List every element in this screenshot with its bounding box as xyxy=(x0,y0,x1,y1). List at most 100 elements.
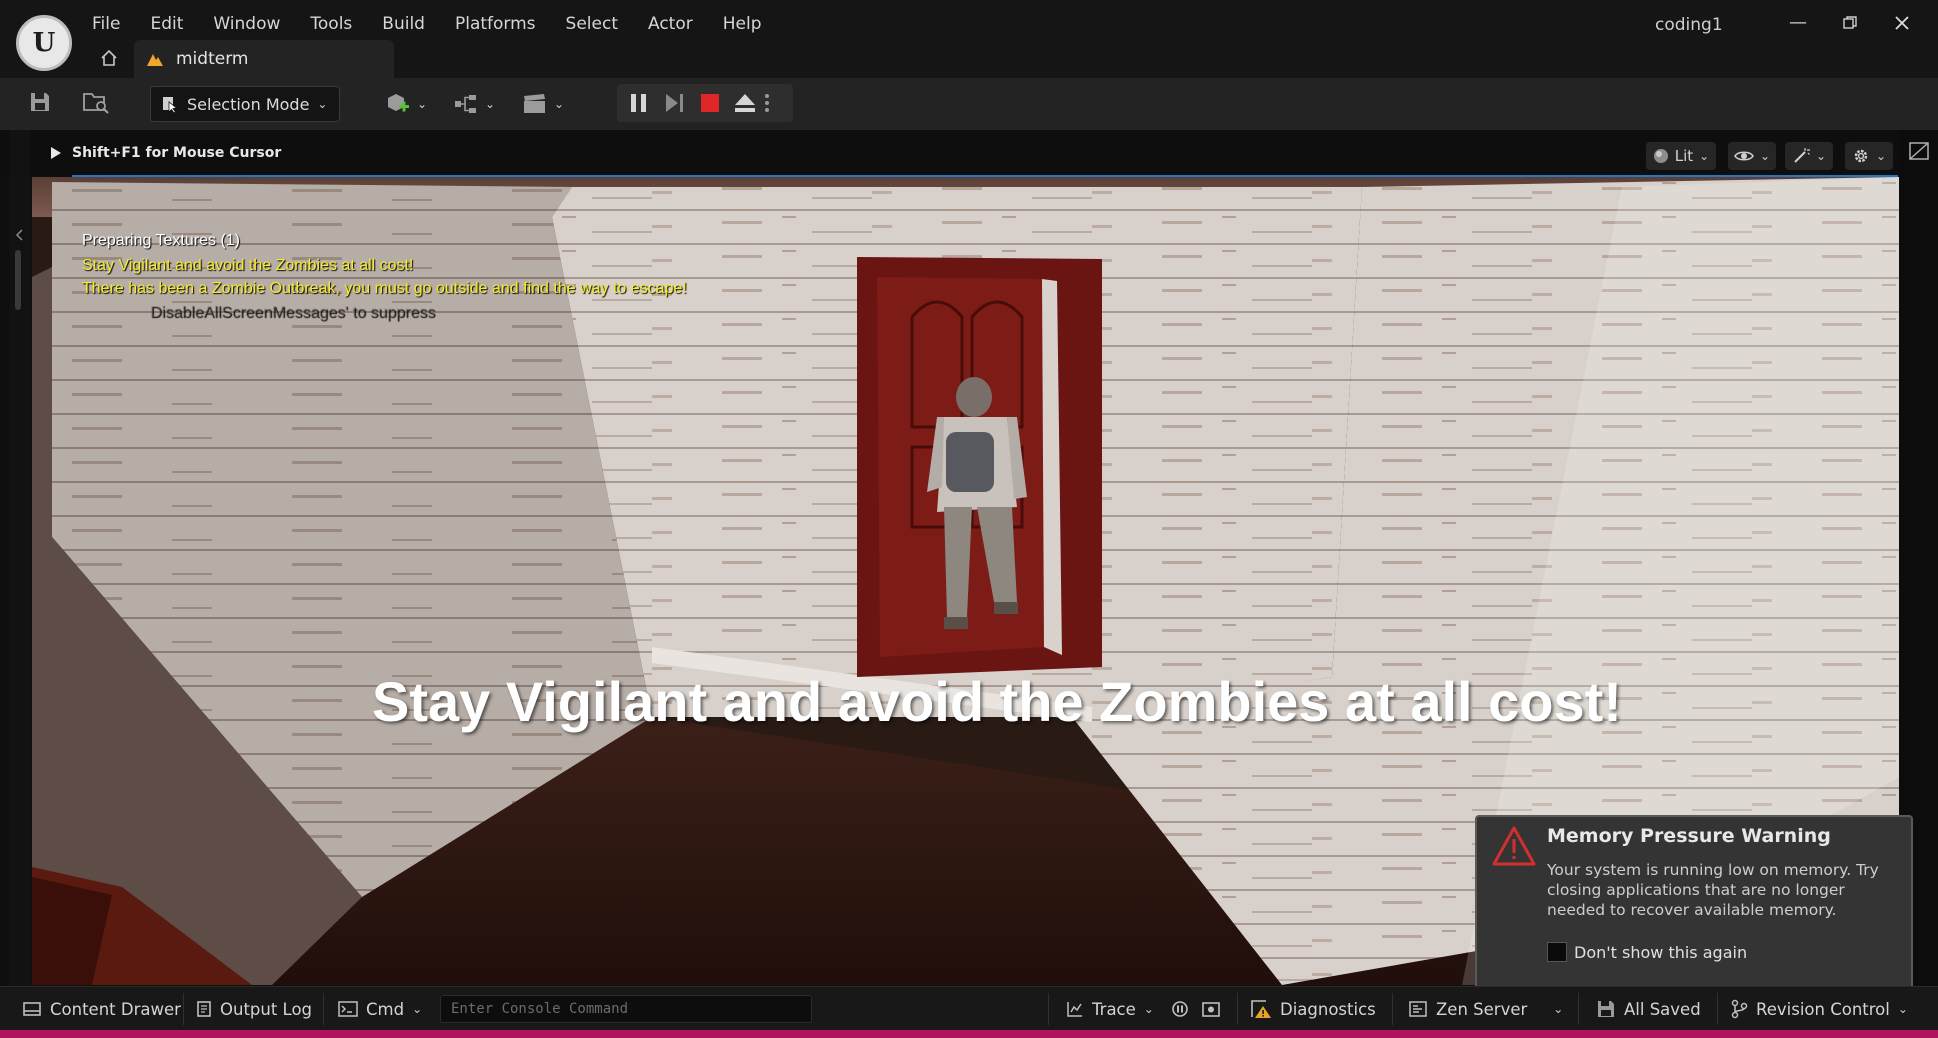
content-drawer-label: Content Drawer xyxy=(50,999,181,1019)
divider xyxy=(1048,993,1049,1025)
zen-server-label: Zen Server xyxy=(1436,999,1528,1019)
level-tab-label: midterm xyxy=(176,49,249,69)
output-log-label: Output Log xyxy=(220,999,313,1019)
chevron-down-icon: ⌄ xyxy=(1759,149,1771,163)
trace-screenshot-icon[interactable] xyxy=(1201,987,1221,1031)
add-actor-dropdown[interactable]: ⌄ xyxy=(385,90,427,118)
zen-server-icon xyxy=(1409,1001,1427,1017)
chevron-down-icon: ⌄ xyxy=(317,97,328,111)
game-caption: Stay Vigilant and avoid the Zombies at a… xyxy=(372,670,1622,733)
eye-icon xyxy=(1734,151,1754,161)
cmd-label: Cmd xyxy=(366,999,405,1019)
project-name: coding1 xyxy=(1655,15,1723,35)
menu-bar: File Edit Window Tools Build Platforms S… xyxy=(92,12,792,36)
diagnostics-label: Diagnostics xyxy=(1280,999,1376,1019)
content-drawer-icon xyxy=(23,1002,41,1016)
trace-dropdown[interactable]: Trace ⌄ xyxy=(1066,987,1154,1031)
warning-icon xyxy=(1492,826,1536,866)
play-arrow-icon xyxy=(51,147,61,159)
screen-message-preparing: Preparing Textures (1) xyxy=(82,232,240,249)
browse-content-icon[interactable] xyxy=(82,90,112,118)
zen-server-dropdown[interactable]: Zen Server ⌄ xyxy=(1408,987,1563,1031)
divider xyxy=(183,993,184,1025)
divider xyxy=(1392,993,1393,1025)
mouse-cursor-hint-text: Shift+F1 for Mouse Cursor xyxy=(72,145,282,161)
scrollbar-thumb[interactable] xyxy=(15,250,21,310)
unreal-logo-glyph: U xyxy=(32,28,56,58)
menu-build[interactable]: Build xyxy=(382,12,440,36)
chevron-down-icon: ⌄ xyxy=(1699,149,1710,163)
blueprints-dropdown[interactable]: ⌄ xyxy=(453,90,495,118)
notification-body: Your system is running low on memory. Tr… xyxy=(1547,861,1879,919)
menu-actor[interactable]: Actor xyxy=(648,12,708,36)
cinematics-dropdown[interactable]: ⌄ xyxy=(522,90,564,118)
chevron-down-icon: ⌄ xyxy=(1143,1002,1154,1016)
menu-file[interactable]: File xyxy=(92,12,135,36)
lit-sphere-icon xyxy=(1653,149,1668,163)
collapse-left-icon[interactable] xyxy=(10,225,30,245)
divider xyxy=(323,993,324,1025)
blueprint-icon xyxy=(455,95,476,113)
revision-control-icon xyxy=(1731,999,1748,1019)
add-actor-icon xyxy=(388,94,409,112)
close-icon[interactable] xyxy=(1882,8,1922,38)
status-bar: Content Drawer Output Log Cmd ⌄ Enter Co… xyxy=(0,986,1938,1030)
trace-icon xyxy=(1067,1002,1082,1017)
frame-skip-icon[interactable] xyxy=(663,91,687,115)
trace-record-icon[interactable] xyxy=(1170,987,1190,1031)
mouse-cursor-hint: Shift+F1 for Mouse Cursor xyxy=(50,145,281,161)
show-flags-dropdown[interactable]: ⌄ xyxy=(1728,142,1776,170)
menu-edit[interactable]: Edit xyxy=(150,12,198,36)
cmd-dropdown[interactable]: Cmd ⌄ xyxy=(338,987,422,1031)
minimize-icon[interactable]: — xyxy=(1778,8,1818,38)
chevron-down-icon: ⌄ xyxy=(412,1002,423,1016)
eject-icon[interactable] xyxy=(733,91,757,115)
console-command-input[interactable]: Enter Console Command xyxy=(440,995,812,1023)
content-drawer-button[interactable]: Content Drawer xyxy=(22,987,181,1031)
stop-icon[interactable] xyxy=(698,91,722,115)
title-bar: U File Edit Window Tools Build Platforms… xyxy=(0,0,1938,78)
restore-icon[interactable] xyxy=(1830,8,1870,38)
left-panel-gutter xyxy=(10,130,30,986)
menu-select[interactable]: Select xyxy=(566,12,633,36)
menu-tools[interactable]: Tools xyxy=(310,12,367,36)
memory-warning-notification: Memory Pressure Warning Your system is r… xyxy=(1475,815,1913,990)
notification-title: Memory Pressure Warning xyxy=(1547,825,1831,847)
tab-level[interactable]: midterm xyxy=(134,40,394,78)
menu-platforms[interactable]: Platforms xyxy=(455,12,551,36)
menu-window[interactable]: Window xyxy=(213,12,295,36)
all-saved-button[interactable]: All Saved xyxy=(1596,987,1701,1031)
magic-wand-icon xyxy=(1794,148,1810,163)
unreal-logo[interactable]: U xyxy=(16,15,72,71)
pause-icon[interactable] xyxy=(628,91,652,115)
level-icon xyxy=(147,54,163,66)
trace-label: Trace xyxy=(1092,999,1136,1019)
revision-control-dropdown[interactable]: Revision Control ⌄ xyxy=(1730,987,1908,1031)
chevron-down-icon: ⌄ xyxy=(1815,149,1827,163)
chevron-down-icon: ⌄ xyxy=(1875,149,1887,163)
screen-message-suppress: DisableAllScreenMessages' to suppress xyxy=(150,304,435,321)
divider xyxy=(1237,993,1238,1025)
dont-show-again-checkbox[interactable] xyxy=(1547,942,1567,962)
terminal-icon xyxy=(338,1001,358,1017)
viewport-layout-icon[interactable] xyxy=(1907,140,1931,164)
chevron-down-icon: ⌄ xyxy=(554,97,565,111)
selection-mode-dropdown[interactable]: Selection Mode ⌄ xyxy=(150,86,340,122)
chevron-down-icon: ⌄ xyxy=(417,97,428,111)
chevron-down-icon: ⌄ xyxy=(1553,1002,1564,1016)
dont-show-again-label[interactable]: Don't show this again xyxy=(1574,943,1747,962)
chevron-down-icon: ⌄ xyxy=(1897,1002,1908,1016)
save-status-icon xyxy=(1598,1001,1614,1017)
output-log-icon xyxy=(197,1001,211,1017)
view-mode-dropdown[interactable]: Lit ⌄ xyxy=(1646,142,1716,170)
output-log-button[interactable]: Output Log xyxy=(196,987,312,1031)
more-options-icon[interactable] xyxy=(763,91,777,115)
menu-help[interactable]: Help xyxy=(723,12,777,36)
save-icon[interactable] xyxy=(28,90,58,118)
scalability-dropdown[interactable]: ⌄ xyxy=(1785,142,1833,170)
screen-message-vigilant: Stay Vigilant and avoid the Zombies at a… xyxy=(82,257,414,274)
viewport-settings-dropdown[interactable]: ⌄ xyxy=(1845,142,1893,170)
home-icon[interactable] xyxy=(100,49,120,69)
divider xyxy=(1717,993,1718,1025)
diagnostics-button[interactable]: Diagnostics xyxy=(1250,987,1376,1031)
